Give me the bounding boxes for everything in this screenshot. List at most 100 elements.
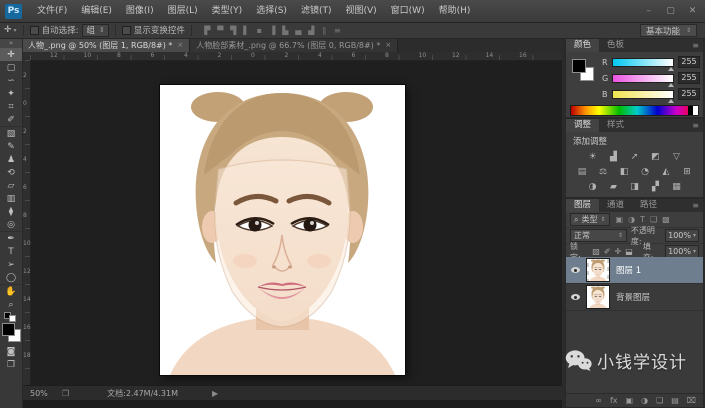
document-canvas[interactable] xyxy=(160,85,405,375)
levels-icon[interactable]: ▟ xyxy=(607,151,621,163)
panel-foreground-swatch[interactable] xyxy=(572,59,586,73)
photo-filter-icon[interactable]: ◔ xyxy=(638,166,652,178)
tab-channels[interactable]: 通道 xyxy=(599,199,632,212)
align-right-edges-icon[interactable]: ▐ xyxy=(268,26,277,35)
color-lookup-icon[interactable]: ⊞ xyxy=(680,166,694,178)
align-left-edges-icon[interactable]: ▌ xyxy=(242,26,251,35)
show-transform-checkbox[interactable] xyxy=(121,25,131,35)
new-layer-icon[interactable]: ▤ xyxy=(671,396,679,405)
menu-view[interactable]: 视图(V) xyxy=(338,0,383,22)
quick-mask-icon[interactable]: ◙ xyxy=(0,345,22,358)
color-spectrum-ramp[interactable] xyxy=(570,105,699,116)
document-tab-active[interactable]: 人物_.png @ 50% (图层 1, RGB/8#) * × xyxy=(22,38,191,52)
menu-layer[interactable]: 图层(L) xyxy=(161,0,205,22)
posterize-icon[interactable]: ▰ xyxy=(607,181,621,193)
layer-filter-type-dropdown[interactable]: ⌕ 类型 ⇕ xyxy=(570,213,610,226)
menu-help[interactable]: 帮助(H) xyxy=(432,0,478,22)
new-adjustment-layer-icon[interactable]: ◑ xyxy=(641,396,648,405)
lock-transparency-icon[interactable]: ▨ xyxy=(592,247,600,256)
tab-color[interactable]: 颜色 xyxy=(566,39,600,52)
spot-healing-brush-tool[interactable]: ▧ xyxy=(0,126,22,140)
zoom-level-field[interactable]: 50% xyxy=(30,389,54,398)
red-channel-slider[interactable] xyxy=(611,57,675,71)
tab-styles[interactable]: 样式 xyxy=(599,119,632,132)
close-button[interactable]: ✕ xyxy=(686,0,699,22)
tab-close-icon[interactable]: × xyxy=(177,41,183,49)
green-channel-value[interactable]: 255 xyxy=(678,72,700,84)
hand-tool[interactable]: ✋ xyxy=(0,284,22,298)
green-channel-slider[interactable] xyxy=(612,73,674,87)
channel-mixer-icon[interactable]: ◭ xyxy=(659,166,673,178)
curves-icon[interactable]: ➚ xyxy=(628,151,642,163)
threshold-icon[interactable]: ◨ xyxy=(628,181,642,193)
menu-filter[interactable]: 滤镜(T) xyxy=(294,0,339,22)
history-brush-tool[interactable]: ⟲ xyxy=(0,166,22,179)
tab-adjustments[interactable]: 调整 xyxy=(566,119,600,132)
white-ramp-end[interactable] xyxy=(693,106,698,115)
workspace-switcher[interactable]: 基本功能 ⇕ xyxy=(639,24,697,37)
type-tool[interactable]: T xyxy=(0,245,22,258)
layer-thumbnail[interactable] xyxy=(586,285,610,309)
lock-pixels-icon[interactable]: ✐ xyxy=(604,247,611,256)
lock-all-icon[interactable]: ⬓ xyxy=(625,247,633,256)
canvas-area[interactable] xyxy=(30,60,562,385)
gradient-tool[interactable]: ▥ xyxy=(0,192,22,205)
tool-preset-caret-icon[interactable]: ▾ xyxy=(14,27,17,34)
tab-swatches[interactable]: 色板 xyxy=(599,39,632,52)
delete-layer-icon[interactable]: ⌧ xyxy=(687,396,696,405)
status-options-arrow[interactable]: ▶ xyxy=(212,389,218,398)
opacity-field[interactable]: 100% ▾ xyxy=(665,229,699,242)
rectangular-marquee-tool[interactable]: ▢ xyxy=(0,61,22,74)
black-white-icon[interactable]: ◧ xyxy=(617,166,631,178)
blue-channel-value[interactable]: 255 xyxy=(678,88,700,100)
menu-image[interactable]: 图像(I) xyxy=(119,0,161,22)
color-balance-icon[interactable]: ⚖ xyxy=(596,166,610,178)
pen-tool[interactable]: ✒ xyxy=(0,231,22,245)
minimize-button[interactable]: – xyxy=(642,0,655,22)
filter-smart-objects-icon[interactable]: ▩ xyxy=(662,215,670,224)
layer-style-icon[interactable]: fx xyxy=(610,396,618,405)
panel-menu-icon[interactable]: ≡ xyxy=(692,199,703,212)
exposure-icon[interactable]: ◩ xyxy=(649,151,663,163)
filter-pixel-layers-icon[interactable]: ▣ xyxy=(616,215,624,224)
layer-row[interactable]: 背景图层 xyxy=(566,284,703,311)
align-bottom-edges-icon[interactable]: ▜ xyxy=(229,26,238,35)
selective-color-icon[interactable]: ▞ xyxy=(649,181,663,193)
panel-menu-icon[interactable]: ≡ xyxy=(692,119,703,132)
distribute-horizontal-icon[interactable]: ∥ xyxy=(320,26,329,35)
distribute-vertical-icon[interactable]: ▄ xyxy=(294,26,303,35)
link-layers-icon[interactable]: ∞ xyxy=(595,396,602,405)
ellipse-tool[interactable]: ◯ xyxy=(0,271,22,284)
foreground-color-swatch[interactable] xyxy=(2,323,15,336)
lasso-tool[interactable]: ∽ xyxy=(0,74,22,87)
align-vertical-centers-icon[interactable]: ▀ xyxy=(216,26,225,35)
menu-type[interactable]: 类型(Y) xyxy=(205,0,250,22)
crop-tool[interactable]: ⌗ xyxy=(0,100,22,113)
distribute-bottom-icon[interactable]: ▟ xyxy=(307,26,316,35)
visibility-eye-icon[interactable] xyxy=(571,267,580,273)
quick-selection-tool[interactable]: ✦ xyxy=(0,87,22,100)
auto-select-checkbox[interactable] xyxy=(29,25,39,35)
eraser-tool[interactable]: ▱ xyxy=(0,179,22,192)
distribute-top-icon[interactable]: ▙ xyxy=(281,26,290,35)
zoom-tool[interactable]: ⌕ xyxy=(0,298,22,311)
move-tool[interactable]: ✛ xyxy=(0,48,22,61)
menu-select[interactable]: 选择(S) xyxy=(249,0,294,22)
layer-row[interactable]: 图层 1 xyxy=(566,257,703,284)
menu-window[interactable]: 窗口(W) xyxy=(384,0,432,22)
brush-tool[interactable]: ✎ xyxy=(0,140,22,153)
add-layer-mask-icon[interactable]: ▣ xyxy=(626,396,634,405)
new-group-icon[interactable]: ❏ xyxy=(656,396,663,405)
visibility-eye-icon[interactable] xyxy=(571,294,580,300)
horizontal-ruler[interactable]: 12 10 8 6 4 2 0 2 4 6 8 10 12 14 16 xyxy=(30,52,562,61)
path-selection-tool[interactable]: ➢ xyxy=(0,258,22,271)
auto-align-layers-icon[interactable]: ≡ xyxy=(333,26,342,35)
auto-select-target-dropdown[interactable]: 组 ⇕ xyxy=(82,23,109,37)
tab-paths[interactable]: 路径 xyxy=(632,199,665,212)
menu-file[interactable]: 文件(F) xyxy=(30,0,74,22)
filter-adjustment-layers-icon[interactable]: ◑ xyxy=(628,215,635,224)
default-colors-icon[interactable] xyxy=(0,311,22,322)
blue-channel-slider[interactable] xyxy=(611,89,674,103)
vibrance-icon[interactable]: ▽ xyxy=(670,151,684,163)
gradient-map-icon[interactable]: ▦ xyxy=(670,181,684,193)
